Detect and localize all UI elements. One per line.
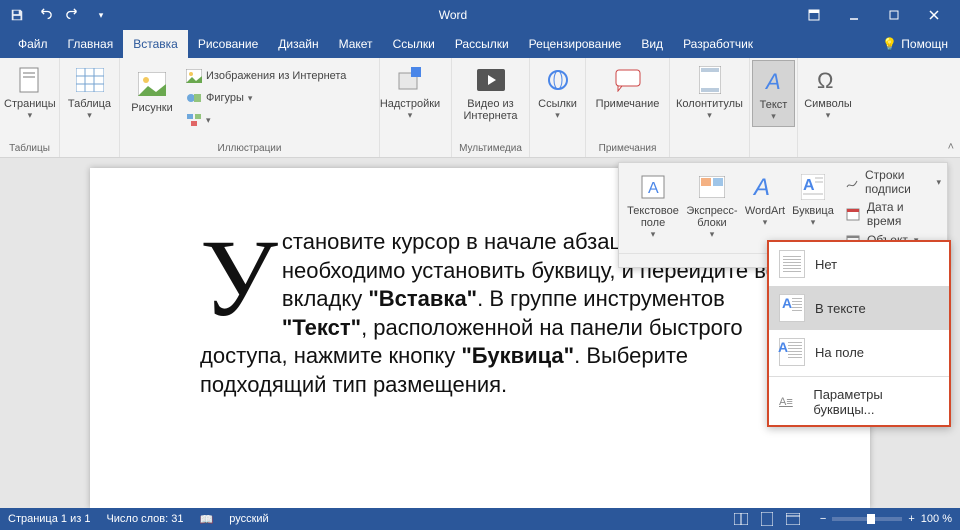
ribbon-tabs: Файл Главная Вставка Рисование Дизайн Ма… <box>0 30 960 58</box>
addins-icon <box>394 64 426 96</box>
read-mode-button[interactable] <box>730 510 752 528</box>
quickparts-button[interactable]: Экспресс-блоки▾ <box>683 167 741 249</box>
smartart-button[interactable]: ▾ <box>182 110 350 130</box>
pages-button[interactable]: Страницы ▾ <box>2 60 58 125</box>
link-icon <box>542 64 574 96</box>
text-group-button[interactable]: A Текст ▾ <box>752 60 795 127</box>
addins-button[interactable]: Надстройки ▾ <box>382 60 438 125</box>
collapse-ribbon-button[interactable]: ˄ <box>948 141 954 153</box>
svg-text:A: A <box>648 180 659 197</box>
wordart-icon: A <box>749 171 781 203</box>
title-bar: ▾ Word <box>0 0 960 30</box>
tab-home[interactable]: Главная <box>58 30 124 58</box>
tab-file[interactable]: Файл <box>8 30 58 58</box>
status-bar: Страница 1 из 1 Число слов: 31 📖 русский… <box>0 508 960 530</box>
quickparts-icon <box>696 171 728 203</box>
dropcap-intext[interactable]: A В тексте <box>769 286 949 330</box>
tab-review[interactable]: Рецензирование <box>519 30 632 58</box>
zoom-slider[interactable] <box>832 517 902 521</box>
dropcap-margin-icon: A <box>779 338 805 366</box>
tab-developer[interactable]: Разработчик <box>673 30 763 58</box>
window-title: Word <box>112 8 794 22</box>
tab-insert[interactable]: Вставка <box>123 30 188 58</box>
shapes-button[interactable]: Фигуры ▾ <box>182 88 350 108</box>
zoom-in-button[interactable]: + <box>908 513 914 525</box>
dropcap-margin[interactable]: A На поле <box>769 330 949 374</box>
wordart-button[interactable]: A WordArt▾ <box>741 167 789 249</box>
online-pictures-icon <box>186 68 202 84</box>
dropcap-options-icon: A≡ <box>779 396 803 408</box>
signature-line-button[interactable]: Строки подписи▾ <box>843 167 943 197</box>
dropcap-none[interactable]: Нет <box>769 242 949 286</box>
comment-button[interactable]: Примечание <box>588 60 667 114</box>
links-button[interactable]: Ссылки ▾ <box>532 60 583 125</box>
shapes-icon <box>186 90 202 106</box>
signature-icon <box>845 174 859 190</box>
date-time-button[interactable]: Дата и время <box>843 199 943 229</box>
header-footer-icon <box>694 64 726 96</box>
spellcheck-icon[interactable]: 📖 <box>200 513 214 526</box>
qat-dropdown[interactable]: ▾ <box>90 4 112 26</box>
online-pictures-button[interactable]: Изображения из Интернета <box>182 66 350 86</box>
word-count[interactable]: Число слов: 31 <box>106 513 183 525</box>
dropcap-intext-icon: A <box>779 294 805 322</box>
dropcap-options[interactable]: A≡ Параметры буквицы... <box>769 379 949 425</box>
quick-access-toolbar: ▾ <box>6 4 112 26</box>
symbols-button[interactable]: Ω Символы ▾ <box>800 60 856 125</box>
svg-text:A: A <box>752 174 770 200</box>
page-status[interactable]: Страница 1 из 1 <box>8 513 90 525</box>
textbox-button[interactable]: A Текстовое поле▾ <box>623 167 683 249</box>
lightbulb-icon: 💡 <box>882 37 897 51</box>
zoom-controls: − + 100 % <box>820 513 952 525</box>
tell-me-button[interactable]: 💡 Помощн <box>882 37 948 51</box>
svg-text:A: A <box>803 177 815 194</box>
smartart-icon <box>186 112 202 128</box>
text-icon: A <box>758 65 790 97</box>
dropcap-dropdown: Нет A В тексте A На поле A≡ Параметры бу… <box>767 240 951 427</box>
svg-text:Ω: Ω <box>817 68 833 92</box>
zoom-out-button[interactable]: − <box>820 513 826 525</box>
close-button[interactable] <box>914 1 954 29</box>
dropcap-icon: A <box>797 171 829 203</box>
zoom-level[interactable]: 100 % <box>921 513 952 525</box>
ribbon-display-button[interactable] <box>794 1 834 29</box>
web-layout-button[interactable] <box>782 510 804 528</box>
video-icon <box>475 64 507 96</box>
dropcap-button[interactable]: A Буквица▾ <box>789 167 837 249</box>
redo-button[interactable] <box>62 4 84 26</box>
ribbon: Страницы ▾ Таблицы Таблица ▾ Рисунки <box>0 58 960 158</box>
maximize-button[interactable] <box>874 1 914 29</box>
pictures-icon <box>136 68 168 100</box>
print-layout-button[interactable] <box>756 510 778 528</box>
tab-draw[interactable]: Рисование <box>188 30 268 58</box>
drop-cap: У <box>200 234 278 322</box>
window-controls <box>794 1 954 29</box>
header-footer-button[interactable]: Колонтитулы ▾ <box>672 60 747 125</box>
tab-design[interactable]: Дизайн <box>268 30 328 58</box>
dropcap-none-icon <box>779 250 805 278</box>
pages-icon <box>14 64 46 96</box>
table-icon <box>74 64 106 96</box>
pictures-button[interactable]: Рисунки <box>126 64 178 118</box>
tab-references[interactable]: Ссылки <box>383 30 445 58</box>
textbox-icon: A <box>637 171 669 203</box>
view-buttons <box>730 510 804 528</box>
tab-mailings[interactable]: Рассылки <box>445 30 519 58</box>
save-button[interactable] <box>6 4 28 26</box>
tab-view[interactable]: Вид <box>631 30 673 58</box>
online-video-button[interactable]: Видео из Интернета <box>454 60 527 126</box>
table-button[interactable]: Таблица ▾ <box>62 60 117 125</box>
tab-layout[interactable]: Макет <box>329 30 383 58</box>
minimize-button[interactable] <box>834 1 874 29</box>
svg-text:A: A <box>764 69 781 93</box>
undo-button[interactable] <box>34 4 56 26</box>
omega-icon: Ω <box>812 64 844 96</box>
language-status[interactable]: русский <box>229 513 268 525</box>
comment-icon <box>612 64 644 96</box>
calendar-icon <box>845 206 861 222</box>
